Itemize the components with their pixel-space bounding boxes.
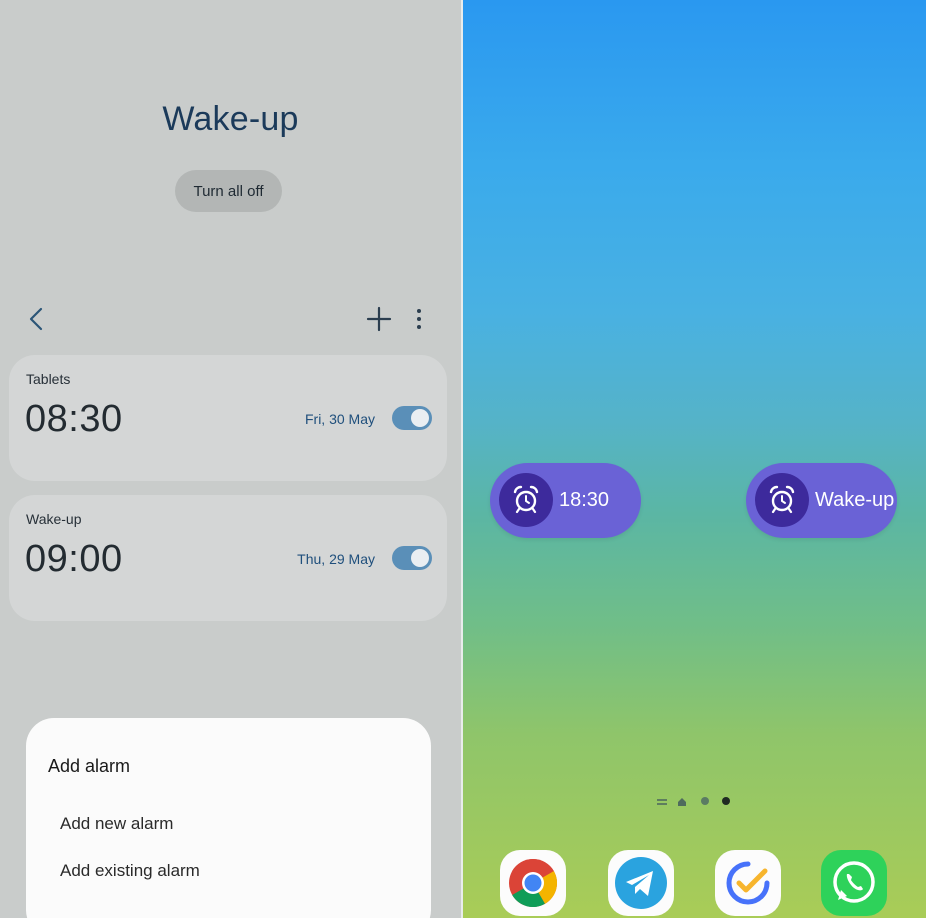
toggle-knob [411,409,429,427]
alarm-toggle[interactable] [392,546,432,570]
whatsapp-icon [833,861,875,903]
alarm-date: Thu, 29 May [297,551,375,567]
home-page-dot-icon [678,798,686,806]
widget-label: 18:30 [559,489,610,511]
turn-all-off-button[interactable]: Turn all off [175,170,282,212]
more-options-button[interactable] [408,304,430,334]
alarm-widget[interactable]: 18:30 [490,463,641,538]
back-button[interactable] [22,303,52,335]
page-dot [701,797,709,805]
telegram-icon [615,857,667,909]
alarm-group-screen: Wake-up Turn all off Tablets 08:30 Fri, … [0,0,461,918]
menu-lines-icon [657,799,667,805]
alarm-widget[interactable]: Wake-up [746,463,897,538]
alarm-card[interactable]: Wake-up 09:00 Thu, 29 May [9,495,447,621]
alarm-time: 08:30 [25,398,123,440]
add-alarm-sheet: Add alarm Add new alarm Add existing ala… [26,718,431,918]
ticktick-icon [726,861,770,905]
alarm-label: Wake-up [26,511,82,527]
add-alarm-button[interactable] [364,304,394,334]
chrome-app-icon[interactable] [500,850,566,916]
plus-icon [366,306,392,332]
page-title: Wake-up [162,100,299,138]
ticktick-app-icon[interactable] [715,850,781,916]
page-dot-active [722,797,730,805]
chrome-icon [509,858,558,908]
chevron-left-icon [29,307,43,331]
telegram-app-icon[interactable] [608,850,674,916]
alarm-clock-icon [755,473,809,527]
add-existing-alarm-option[interactable]: Add existing alarm [60,861,200,881]
home-screen: 18:30 Wake-up [463,0,926,918]
alarm-toggle[interactable] [392,406,432,430]
widget-label: Wake-up [815,489,895,511]
page-indicator[interactable] [656,796,736,808]
alarm-card[interactable]: Tablets 08:30 Fri, 30 May [9,355,447,481]
alarm-clock-icon [499,473,553,527]
alarm-time: 09:00 [25,538,123,580]
add-new-alarm-option[interactable]: Add new alarm [60,814,173,834]
toggle-knob [411,549,429,567]
more-vert-icon [417,309,421,329]
whatsapp-app-icon[interactable] [821,850,887,916]
alarm-label: Tablets [26,371,71,387]
alarm-date: Fri, 30 May [304,411,375,427]
sheet-title: Add alarm [48,756,131,776]
